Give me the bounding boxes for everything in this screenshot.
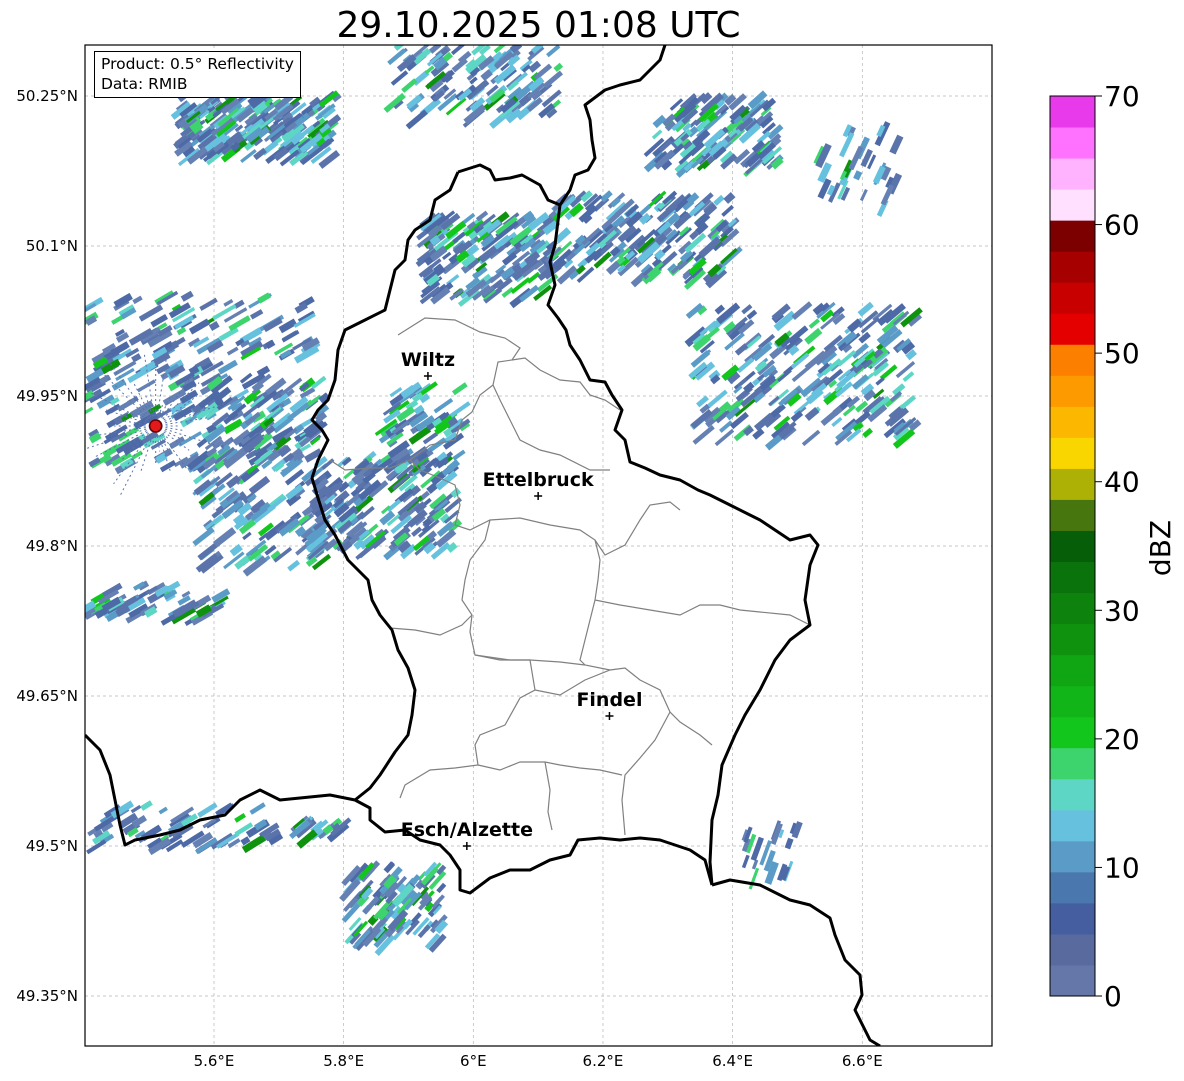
colorbar-tick-label: 60: [1104, 209, 1140, 242]
colorbar-tick-label: 30: [1104, 594, 1140, 627]
colorbar-segment: [1050, 468, 1095, 500]
colorbar-segment: [1050, 251, 1095, 283]
radar-site-marker: [148, 419, 163, 433]
lon-tick-label: 6.2°E: [583, 1052, 624, 1070]
colorbar-segment: [1050, 158, 1095, 190]
colorbar-segment: [1050, 778, 1095, 811]
colorbar-segment: [1050, 437, 1095, 469]
lat-tick-labels: 50.25°N 50.1°N 49.95°N 49.8°N 49.65°N 49.5°N 4…: [16, 87, 78, 1005]
place-label: Wiltz: [401, 349, 455, 371]
product-info-box: Product: 0.5° Reflectivity Data: RMIB: [94, 51, 301, 98]
colorbar-tick-label: 0: [1104, 980, 1122, 1013]
colorbar-segment: [1050, 375, 1095, 407]
colorbar-tick-label: 70: [1104, 80, 1140, 113]
colorbar-segment: [1050, 840, 1095, 873]
colorbar-tick-label: 20: [1104, 723, 1140, 756]
colorbar-segment: [1050, 96, 1095, 128]
lon-tick-label: 6.6°E: [842, 1052, 883, 1070]
lat-tick-label: 50.25°N: [16, 87, 78, 105]
colorbar-tick-label: 50: [1104, 337, 1140, 370]
colorbar-segment: [1050, 747, 1095, 780]
lat-tick-label: 49.8°N: [26, 537, 78, 555]
lat-tick-label: 49.35°N: [16, 987, 78, 1005]
colorbar-segment: [1050, 654, 1095, 687]
colorbar: 0 10 20 30 40 50 60 70: [1049, 80, 1140, 1013]
map-background: [85, 45, 992, 1046]
colorbar-tick-label: 40: [1104, 466, 1140, 499]
lon-tick-label: 6.4°E: [712, 1052, 753, 1070]
colorbar-segment: [1050, 685, 1095, 718]
colorbar-label: dBZ: [1144, 520, 1177, 576]
lat-tick-label: 49.65°N: [16, 687, 78, 705]
lon-tick-labels: 5.6°E 5.8°E 6°E 6.2°E 6.4°E 6.6°E: [194, 1052, 883, 1070]
colorbar-segment: [1050, 592, 1095, 625]
colorbar-tick-label: 10: [1104, 851, 1140, 884]
colorbar-segment: [1050, 189, 1095, 221]
colorbar-segment: [1050, 964, 1095, 997]
data-source-text: Data: RMIB: [101, 75, 188, 93]
colorbar-segment: [1050, 282, 1095, 314]
colorbar-segment: [1050, 313, 1095, 345]
colorbar-segment: [1050, 406, 1095, 438]
lat-tick-label: 49.95°N: [16, 387, 78, 405]
place-label: Esch/Alzette: [401, 819, 533, 841]
product-text: Product: 0.5° Reflectivity: [101, 55, 294, 73]
colorbar-segment: [1050, 344, 1095, 376]
place-label: Findel: [576, 689, 642, 711]
colorbar-segment: [1050, 809, 1095, 842]
colorbar-segment: [1050, 561, 1095, 594]
colorbar-segment: [1050, 499, 1095, 531]
lon-tick-label: 5.6°E: [194, 1052, 235, 1070]
place-label: Ettelbruck: [483, 469, 594, 491]
lon-tick-label: 6°E: [460, 1052, 487, 1070]
radar-map: 5.6°E 5.8°E 6°E 6.2°E 6.4°E 6.6°E 50.25°N 50.1…: [16, 44, 1177, 1070]
lat-tick-label: 49.5°N: [26, 837, 78, 855]
lat-tick-label: 50.1°N: [26, 237, 78, 255]
colorbar-segment: [1050, 127, 1095, 159]
colorbar-segment: [1050, 933, 1095, 966]
colorbar-segment: [1050, 220, 1095, 252]
colorbar-segment: [1050, 716, 1095, 749]
colorbar-segment: [1050, 623, 1095, 656]
colorbar-segment: [1050, 902, 1095, 935]
colorbar-segment: [1050, 871, 1095, 904]
colorbar-segment: [1050, 530, 1095, 563]
lon-tick-label: 5.8°E: [323, 1052, 364, 1070]
